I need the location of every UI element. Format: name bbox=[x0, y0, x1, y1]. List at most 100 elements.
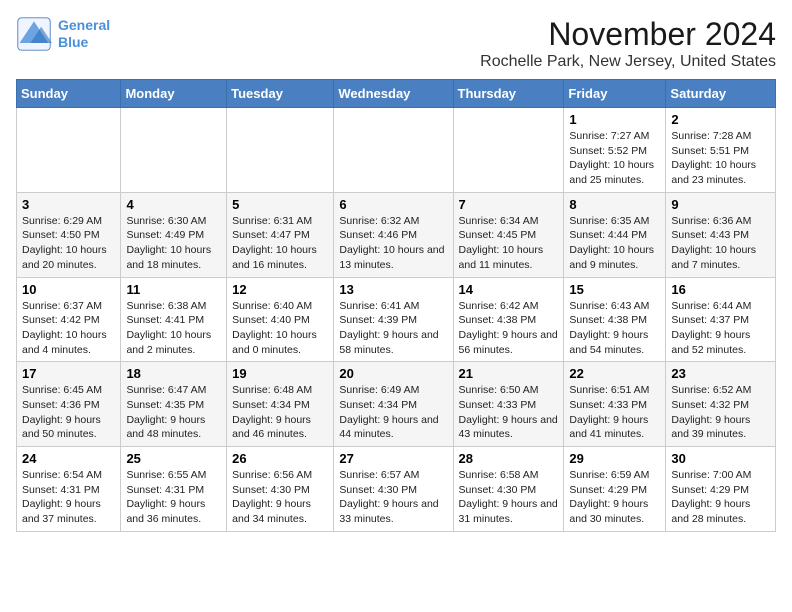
logo-icon bbox=[16, 16, 52, 52]
header-friday: Friday bbox=[564, 80, 666, 108]
day-number: 16 bbox=[671, 282, 770, 297]
day-number: 15 bbox=[569, 282, 660, 297]
day-info: Sunrise: 6:57 AM Sunset: 4:30 PM Dayligh… bbox=[339, 468, 447, 527]
calendar-cell: 28 Sunrise: 6:58 AM Sunset: 4:30 PM Dayli… bbox=[453, 447, 564, 532]
calendar-header-row: SundayMondayTuesdayWednesdayThursdayFrid… bbox=[17, 80, 776, 108]
calendar-week-3: 10 Sunrise: 6:37 AM Sunset: 4:42 PM Dayli… bbox=[17, 277, 776, 362]
calendar-cell: 11 Sunrise: 6:38 AM Sunset: 4:41 PM Dayli… bbox=[121, 277, 227, 362]
day-info: Sunrise: 6:42 AM Sunset: 4:38 PM Dayligh… bbox=[459, 299, 559, 358]
calendar-cell: 9Sunrise: 6:36 AM Sunset: 4:43 PM Daylig… bbox=[666, 192, 776, 277]
calendar-cell: 21 Sunrise: 6:50 AM Sunset: 4:33 PM Dayli… bbox=[453, 362, 564, 447]
day-number: 8 bbox=[569, 197, 660, 212]
calendar-cell: 25 Sunrise: 6:55 AM Sunset: 4:31 PM Dayli… bbox=[121, 447, 227, 532]
day-info: Sunrise: 6:54 AM Sunset: 4:31 PM Dayligh… bbox=[22, 468, 115, 527]
calendar-cell: 14 Sunrise: 6:42 AM Sunset: 4:38 PM Dayli… bbox=[453, 277, 564, 362]
calendar-cell: 27 Sunrise: 6:57 AM Sunset: 4:30 PM Dayli… bbox=[334, 447, 453, 532]
day-info: Sunrise: 6:49 AM Sunset: 4:34 PM Dayligh… bbox=[339, 383, 447, 442]
day-number: 29 bbox=[569, 451, 660, 466]
day-info: Sunrise: 7:00 AM Sunset: 4:29 PM Dayligh… bbox=[671, 468, 770, 527]
calendar-cell: 19 Sunrise: 6:48 AM Sunset: 4:34 PM Dayli… bbox=[227, 362, 334, 447]
logo-line1: General bbox=[58, 17, 110, 33]
day-number: 18 bbox=[126, 366, 221, 381]
calendar-cell: 6 Sunrise: 6:32 AM Sunset: 4:46 PM Daylig… bbox=[334, 192, 453, 277]
calendar-cell: 17 Sunrise: 6:45 AM Sunset: 4:36 PM Dayli… bbox=[17, 362, 121, 447]
day-number: 5 bbox=[232, 197, 328, 212]
day-info: Sunrise: 6:59 AM Sunset: 4:29 PM Dayligh… bbox=[569, 468, 660, 527]
calendar-cell: 2Sunrise: 7:28 AM Sunset: 5:51 PM Daylig… bbox=[666, 108, 776, 193]
day-info: Sunrise: 6:41 AM Sunset: 4:39 PM Dayligh… bbox=[339, 299, 447, 358]
day-info: Sunrise: 7:27 AM Sunset: 5:52 PM Dayligh… bbox=[569, 129, 660, 188]
day-info: Sunrise: 6:48 AM Sunset: 4:34 PM Dayligh… bbox=[232, 383, 328, 442]
day-info: Sunrise: 6:38 AM Sunset: 4:41 PM Dayligh… bbox=[126, 299, 221, 358]
title-area: November 2024 Rochelle Park, New Jersey,… bbox=[480, 16, 776, 71]
day-info: Sunrise: 6:45 AM Sunset: 4:36 PM Dayligh… bbox=[22, 383, 115, 442]
calendar-cell: 22 Sunrise: 6:51 AM Sunset: 4:33 PM Dayli… bbox=[564, 362, 666, 447]
day-info: Sunrise: 6:50 AM Sunset: 4:33 PM Dayligh… bbox=[459, 383, 559, 442]
header-wednesday: Wednesday bbox=[334, 80, 453, 108]
day-info: Sunrise: 6:36 AM Sunset: 4:43 PM Dayligh… bbox=[671, 214, 770, 273]
day-number: 12 bbox=[232, 282, 328, 297]
calendar-week-4: 17 Sunrise: 6:45 AM Sunset: 4:36 PM Dayli… bbox=[17, 362, 776, 447]
day-info: Sunrise: 6:44 AM Sunset: 4:37 PM Dayligh… bbox=[671, 299, 770, 358]
day-number: 10 bbox=[22, 282, 115, 297]
calendar-week-2: 3Sunrise: 6:29 AM Sunset: 4:50 PM Daylig… bbox=[17, 192, 776, 277]
day-info: Sunrise: 6:31 AM Sunset: 4:47 PM Dayligh… bbox=[232, 214, 328, 273]
day-info: Sunrise: 6:37 AM Sunset: 4:42 PM Dayligh… bbox=[22, 299, 115, 358]
calendar-cell: 5 Sunrise: 6:31 AM Sunset: 4:47 PM Daylig… bbox=[227, 192, 334, 277]
day-number: 20 bbox=[339, 366, 447, 381]
header-thursday: Thursday bbox=[453, 80, 564, 108]
day-number: 14 bbox=[459, 282, 559, 297]
day-number: 2 bbox=[671, 112, 770, 127]
calendar-cell: 24 Sunrise: 6:54 AM Sunset: 4:31 PM Dayli… bbox=[17, 447, 121, 532]
day-number: 19 bbox=[232, 366, 328, 381]
day-number: 17 bbox=[22, 366, 115, 381]
day-info: Sunrise: 6:51 AM Sunset: 4:33 PM Dayligh… bbox=[569, 383, 660, 442]
calendar-cell: 10 Sunrise: 6:37 AM Sunset: 4:42 PM Dayli… bbox=[17, 277, 121, 362]
calendar-cell: 13 Sunrise: 6:41 AM Sunset: 4:39 PM Dayli… bbox=[334, 277, 453, 362]
logo: General Blue bbox=[16, 16, 110, 52]
calendar-table: SundayMondayTuesdayWednesdayThursdayFrid… bbox=[16, 79, 776, 532]
day-info: Sunrise: 6:35 AM Sunset: 4:44 PM Dayligh… bbox=[569, 214, 660, 273]
calendar-cell: 18 Sunrise: 6:47 AM Sunset: 4:35 PM Dayli… bbox=[121, 362, 227, 447]
day-info: Sunrise: 6:58 AM Sunset: 4:30 PM Dayligh… bbox=[459, 468, 559, 527]
day-number: 25 bbox=[126, 451, 221, 466]
location: Rochelle Park, New Jersey, United States bbox=[480, 53, 776, 71]
day-info: Sunrise: 6:32 AM Sunset: 4:46 PM Dayligh… bbox=[339, 214, 447, 273]
calendar-cell: 26Sunrise: 6:56 AM Sunset: 4:30 PM Dayli… bbox=[227, 447, 334, 532]
day-info: Sunrise: 6:55 AM Sunset: 4:31 PM Dayligh… bbox=[126, 468, 221, 527]
day-number: 30 bbox=[671, 451, 770, 466]
calendar-cell: 15Sunrise: 6:43 AM Sunset: 4:38 PM Dayli… bbox=[564, 277, 666, 362]
calendar-cell: 1 Sunrise: 7:27 AM Sunset: 5:52 PM Daylig… bbox=[564, 108, 666, 193]
calendar-cell: 23Sunrise: 6:52 AM Sunset: 4:32 PM Dayli… bbox=[666, 362, 776, 447]
day-number: 24 bbox=[22, 451, 115, 466]
day-number: 28 bbox=[459, 451, 559, 466]
day-info: Sunrise: 6:47 AM Sunset: 4:35 PM Dayligh… bbox=[126, 383, 221, 442]
calendar-cell bbox=[121, 108, 227, 193]
day-number: 26 bbox=[232, 451, 328, 466]
calendar-cell bbox=[334, 108, 453, 193]
month-title: November 2024 bbox=[480, 16, 776, 53]
day-info: Sunrise: 6:30 AM Sunset: 4:49 PM Dayligh… bbox=[126, 214, 221, 273]
day-number: 22 bbox=[569, 366, 660, 381]
calendar-week-1: 1 Sunrise: 7:27 AM Sunset: 5:52 PM Daylig… bbox=[17, 108, 776, 193]
header-saturday: Saturday bbox=[666, 80, 776, 108]
day-info: Sunrise: 6:40 AM Sunset: 4:40 PM Dayligh… bbox=[232, 299, 328, 358]
day-number: 6 bbox=[339, 197, 447, 212]
day-info: Sunrise: 6:52 AM Sunset: 4:32 PM Dayligh… bbox=[671, 383, 770, 442]
logo-text: General Blue bbox=[58, 17, 110, 51]
day-number: 13 bbox=[339, 282, 447, 297]
day-number: 1 bbox=[569, 112, 660, 127]
calendar-cell bbox=[453, 108, 564, 193]
calendar-cell bbox=[227, 108, 334, 193]
calendar-cell: 3Sunrise: 6:29 AM Sunset: 4:50 PM Daylig… bbox=[17, 192, 121, 277]
day-info: Sunrise: 6:34 AM Sunset: 4:45 PM Dayligh… bbox=[459, 214, 559, 273]
day-info: Sunrise: 6:29 AM Sunset: 4:50 PM Dayligh… bbox=[22, 214, 115, 273]
day-number: 21 bbox=[459, 366, 559, 381]
calendar-cell: 20 Sunrise: 6:49 AM Sunset: 4:34 PM Dayli… bbox=[334, 362, 453, 447]
header-tuesday: Tuesday bbox=[227, 80, 334, 108]
day-number: 11 bbox=[126, 282, 221, 297]
logo-line2: Blue bbox=[58, 34, 88, 50]
day-number: 27 bbox=[339, 451, 447, 466]
calendar-cell: 16 Sunrise: 6:44 AM Sunset: 4:37 PM Dayli… bbox=[666, 277, 776, 362]
calendar-cell: 12 Sunrise: 6:40 AM Sunset: 4:40 PM Dayli… bbox=[227, 277, 334, 362]
